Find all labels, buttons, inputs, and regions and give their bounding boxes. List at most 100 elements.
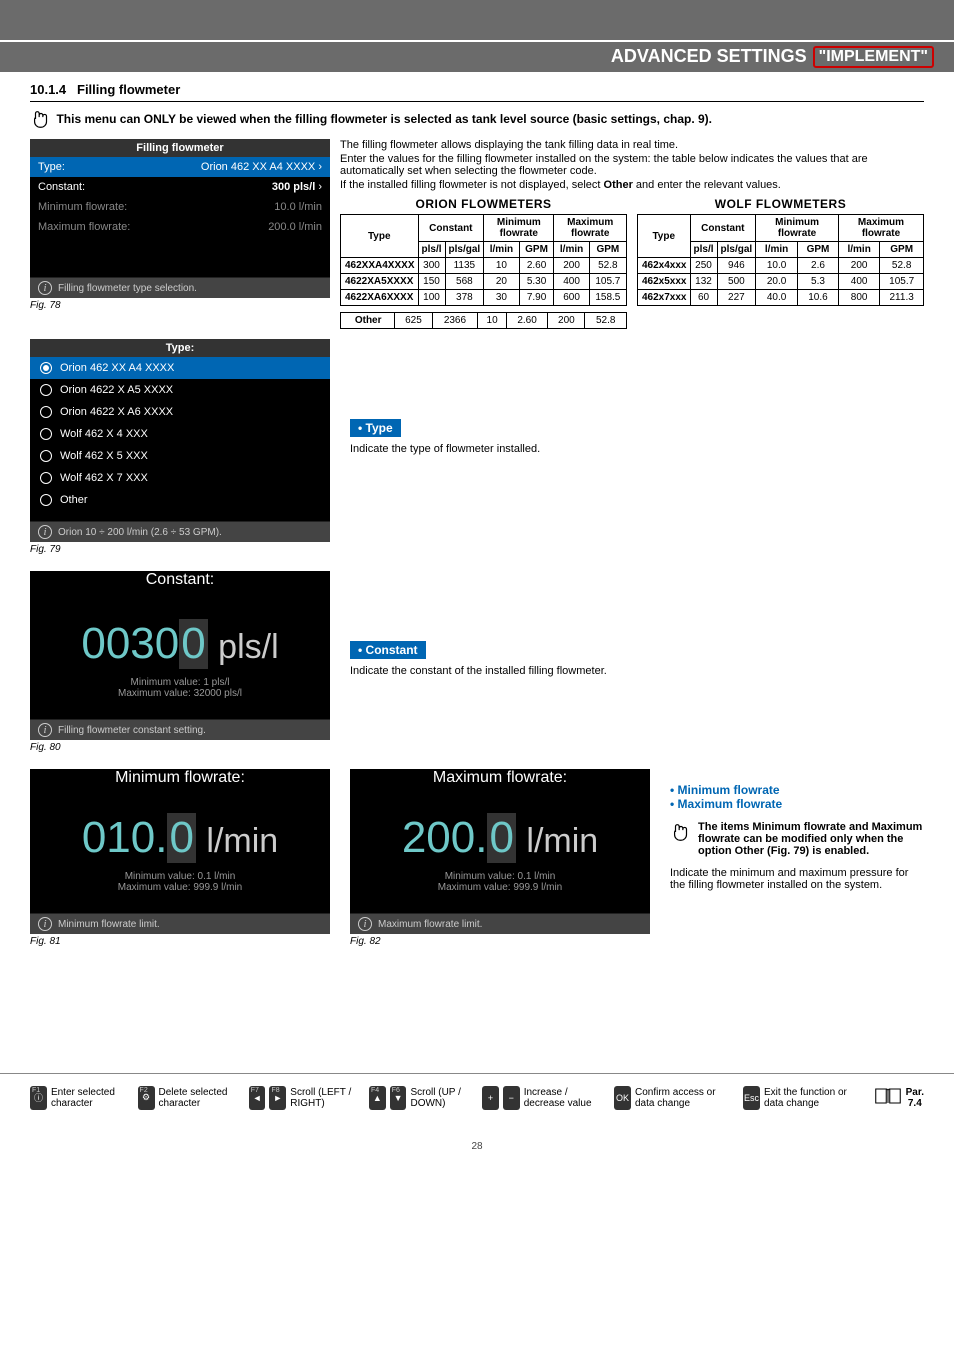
chevron-right-icon: ›	[318, 181, 322, 193]
fig78-min-val: 10.0 l/min	[274, 201, 322, 213]
fig78-screenshot: Filling flowmeter Type: Orion 462 XX A4 …	[30, 139, 330, 298]
other-table: Other6252366102.6020052.8	[340, 312, 627, 329]
book-icon	[874, 1084, 902, 1111]
key-f2: F2⚙ Delete selected character	[138, 1086, 239, 1110]
type-section-label: • Type	[350, 419, 401, 437]
section-title: Filling flowmeter	[77, 82, 180, 97]
col-max: Maximum flowrate	[838, 215, 923, 242]
flowrate-after: Indicate the minimum and maximum pressur…	[670, 867, 924, 891]
type-option-4[interactable]: Wolf 462 X 5 XXX	[30, 445, 330, 467]
intro-l3: If the installed filling flowmeter is no…	[340, 179, 924, 191]
type-section-text: Indicate the type of flowmeter installed…	[350, 443, 924, 455]
chevron-right-icon: ›	[318, 161, 322, 173]
const-section-text: Indicate the constant of the installed f…	[350, 665, 924, 677]
divider	[30, 101, 924, 102]
intro-l1: The filling flowmeter allows displaying …	[340, 139, 924, 151]
arrow-left-icon: ◄	[253, 1093, 262, 1103]
section-heading: 10.1.4 Filling flowmeter	[30, 82, 924, 97]
fig80-cursor[interactable]: 0	[179, 619, 207, 669]
col-type: Type	[638, 215, 691, 258]
col-const: Constant	[690, 215, 756, 242]
hand-icon	[30, 108, 52, 135]
flowrate-note: The items Minimum flowrate and Maximum f…	[670, 821, 924, 857]
wolf-head: WOLF FLOWMETERS	[637, 197, 924, 211]
fig80-screenshot: Constant: 00300 pls/l Minimum value: 1 p…	[30, 571, 330, 740]
fig78-const-label: Constant:	[38, 181, 85, 193]
table-row: 4622XA6XXXX100378307.90600158.5	[341, 290, 627, 306]
ok-key: OK	[614, 1086, 631, 1110]
orion-head: ORION FLOWMETERS	[340, 197, 627, 211]
radio-icon	[40, 362, 52, 374]
info-icon: i	[358, 917, 372, 931]
fig80-max: Maximum value: 32000 pls/l	[30, 688, 330, 699]
fig79-info-text: Orion 10 ÷ 200 l/min (2.6 ÷ 53 GPM).	[58, 527, 222, 538]
fig82-caption: Fig. 82	[350, 936, 650, 947]
fig81-min: Minimum value: 0.1 l/min	[30, 871, 330, 882]
fig78-info-text: Filling flowmeter type selection.	[58, 283, 197, 294]
table-row: Other6252366102.6020052.8	[341, 313, 627, 329]
info-icon: i	[38, 281, 52, 295]
header-band: ADVANCED SETTINGS "IMPLEMENT"	[0, 42, 954, 72]
key-ok: OK Confirm access or data change	[614, 1086, 733, 1110]
radio-icon	[40, 384, 52, 396]
arrow-right-icon: ►	[273, 1093, 282, 1103]
col-const: Constant	[418, 215, 484, 242]
fig82-title: Maximum flowrate:	[350, 769, 650, 787]
fig78-min-label: Minimum flowrate:	[38, 201, 127, 213]
fig78-max-row: Maximum flowrate: 200.0 l/min	[30, 217, 330, 237]
fig81-caption: Fig. 81	[30, 936, 330, 947]
max-flowrate-head: • Maximum flowrate	[670, 797, 924, 811]
fig78-const-row[interactable]: Constant: 300 pls/l ›	[30, 177, 330, 197]
minus-icon: −	[503, 1086, 520, 1110]
fig81-info-text: Minimum flowrate limit.	[58, 919, 160, 930]
fig81-max: Maximum value: 999.9 l/min	[30, 882, 330, 893]
intro-l2: Enter the values for the filling flowmet…	[340, 153, 924, 177]
fig80-unit: pls/l	[218, 628, 278, 666]
info-icon: i	[38, 917, 52, 931]
fig81-cursor[interactable]: 0	[167, 813, 195, 863]
fig81-info-bar: i Minimum flowrate limit.	[30, 913, 330, 934]
orion-table-block: ORION FLOWMETERS Type Constant Minimum f…	[340, 197, 627, 329]
radio-icon	[40, 450, 52, 462]
warning-text: This menu can ONLY be viewed when the fi…	[56, 108, 920, 126]
fig78-type-row[interactable]: Type: Orion 462 XX A4 XXXX ›	[30, 157, 330, 177]
type-option-2[interactable]: Orion 4622 X A6 XXXX	[30, 401, 330, 423]
fig78-info-bar: i Filling flowmeter type selection.	[30, 277, 330, 298]
radio-icon	[40, 406, 52, 418]
col-min: Minimum flowrate	[756, 215, 839, 242]
fig81-screenshot: Minimum flowrate: 010.0 l/min Minimum va…	[30, 769, 330, 934]
fig78-title: Filling flowmeter	[30, 139, 330, 157]
hand-icon	[670, 821, 692, 857]
footer-keys: F1ⓘ Enter selected character F2⚙ Delete …	[0, 1073, 954, 1121]
fig82-max: Maximum value: 999.9 l/min	[350, 882, 650, 893]
fig82-cursor[interactable]: 0	[487, 813, 515, 863]
fig78-caption: Fig. 78	[30, 300, 330, 311]
type-option-1[interactable]: Orion 4622 X A5 XXXX	[30, 379, 330, 401]
fig82-min: Minimum value: 0.1 l/min	[350, 871, 650, 882]
wolf-table-block: WOLF FLOWMETERS Type Constant Minimum fl…	[637, 197, 924, 329]
top-gray-bar	[0, 0, 954, 40]
type-option-0[interactable]: Orion 462 XX A4 XXXX	[30, 357, 330, 379]
const-section-label: • Constant	[350, 641, 426, 659]
plus-icon: +	[482, 1086, 499, 1110]
type-option-6[interactable]: Other	[30, 489, 330, 511]
col-max: Maximum flowrate	[554, 215, 627, 242]
page-number: 28	[0, 1141, 954, 1162]
fig80-info-bar: i Filling flowmeter constant setting.	[30, 719, 330, 740]
par-ref: Par. 7.4	[874, 1084, 924, 1111]
key-f7-f8: F7◄ F8► Scroll (LEFT / RIGHT)	[249, 1086, 359, 1110]
key-plus-minus: + − Increase / decrease value	[482, 1086, 604, 1110]
fig79-screenshot: Type: Orion 462 XX A4 XXXX Orion 4622 X …	[30, 339, 330, 542]
type-option-3[interactable]: Wolf 462 X 4 XXX	[30, 423, 330, 445]
fig80-min: Minimum value: 1 pls/l	[30, 677, 330, 688]
fig78-const-val: 300 pls/l	[272, 181, 315, 193]
fig78-type-label: Type:	[38, 161, 65, 173]
fig79-title: Type:	[30, 339, 330, 357]
radio-icon	[40, 472, 52, 484]
type-option-5[interactable]: Wolf 462 X 7 XXX	[30, 467, 330, 489]
fig82-screenshot: Maximum flowrate: 200.0 l/min Minimum va…	[350, 769, 650, 934]
fig78-type-val: Orion 462 XX A4 XXXX	[201, 161, 315, 173]
gear-icon: ⚙	[142, 1092, 150, 1103]
fig81-title: Minimum flowrate:	[30, 769, 330, 787]
key-f1: F1ⓘ Enter selected character	[30, 1086, 128, 1110]
